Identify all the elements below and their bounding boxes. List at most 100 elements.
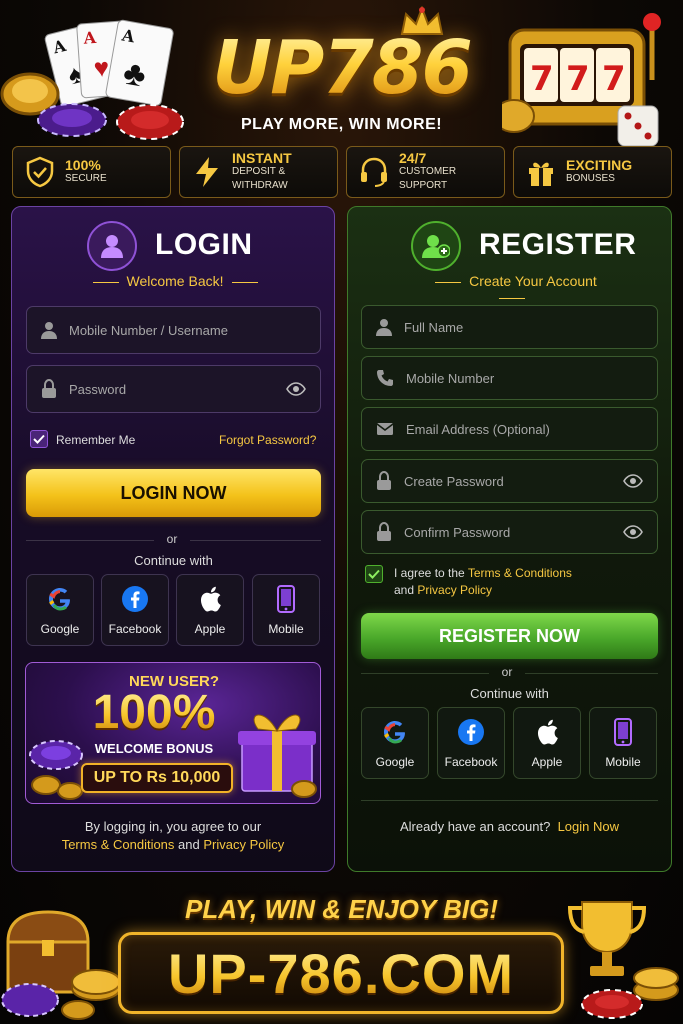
footer-banner: PLAY, WIN & ENJOY BIG! UP-786.COM	[0, 880, 683, 1024]
agree-and: and	[394, 583, 415, 597]
trophy-icon	[567, 901, 679, 1019]
have-account-label: Already have an account?	[400, 819, 551, 834]
feature-title: 100%	[65, 157, 101, 173]
social-label: Google	[375, 754, 415, 769]
mobile-phone-icon	[272, 584, 300, 613]
register-google-button[interactable]: Google	[361, 707, 429, 779]
register-continue-label: Continue with	[470, 686, 549, 701]
login-apple-button[interactable]: Apple	[176, 574, 244, 646]
register-apple-button[interactable]: Apple	[513, 707, 581, 779]
feature-title: INSTANT	[232, 150, 292, 166]
bonus-amount: 100%	[84, 687, 224, 739]
agree-privacy-link[interactable]: Privacy Policy	[417, 583, 492, 597]
forgot-password-link[interactable]: Forgot Password?	[219, 433, 316, 447]
gift-icon	[524, 155, 558, 189]
google-icon	[381, 718, 409, 746]
remember-me-label: Remember Me	[56, 433, 136, 447]
phone-icon	[377, 370, 393, 386]
login-button[interactable]: LOGIN NOW	[26, 469, 321, 517]
mobile-number-input[interactable]: Mobile Number	[361, 356, 658, 400]
login-terms-text: By logging in, you agree to our Terms & …	[25, 818, 321, 854]
create-password-input[interactable]: Create Password	[361, 459, 658, 503]
register-title: REGISTER	[479, 228, 637, 261]
facebook-icon	[121, 585, 149, 613]
login-now-link[interactable]: Login Now	[558, 819, 619, 834]
footer-domain-box[interactable]: UP-786.COM	[118, 932, 564, 1014]
eye-icon[interactable]	[286, 382, 306, 396]
feature-support: 24/7 CUSTOMER SUPPORT	[346, 146, 505, 198]
shield-check-icon	[23, 155, 57, 189]
welcome-bonus-banner[interactable]: NEW USER? 100% WELCOME BONUS UP TO Rs 10…	[25, 662, 321, 804]
register-bottom-divider	[361, 800, 658, 801]
headset-icon	[357, 155, 391, 189]
slot-machine-icon: 7 7 7	[502, 13, 661, 147]
full-name-input[interactable]: Full Name	[361, 305, 658, 349]
register-subtitle-text: Create Your Account	[469, 273, 597, 289]
brand-logo: UP786	[180, 28, 503, 108]
casino-chips-icon	[0, 72, 184, 140]
header: A ♠ A ♥ A ♣ UP786 PLAY MORE, WIN MORE! 7 7 …	[0, 0, 683, 147]
confirm-password-input[interactable]: Confirm Password	[361, 510, 658, 554]
lock-icon	[377, 522, 391, 541]
login-mobile-button[interactable]: Mobile	[252, 574, 320, 646]
register-divider-left	[361, 673, 489, 674]
login-divider-right	[190, 540, 321, 541]
mail-icon	[376, 423, 394, 435]
confirm-password-placeholder: Confirm Password	[404, 524, 511, 540]
agree-terms-checkbox[interactable]	[365, 565, 383, 583]
feature-secure: 100% SECURE	[12, 146, 171, 198]
login-subtitle: Welcome Back!	[80, 273, 270, 289]
apple-icon	[196, 585, 224, 613]
login-terms-and: and	[178, 837, 200, 852]
register-subtitle: Create Your Account	[410, 273, 614, 305]
register-button[interactable]: REGISTER NOW	[361, 613, 658, 659]
login-or-label: or	[166, 532, 178, 546]
gift-box-icon	[238, 714, 317, 798]
login-terms-prefix: By logging in, you agree to our	[84, 819, 262, 834]
register-or-label: or	[501, 665, 513, 679]
login-privacy-link[interactable]: Privacy Policy	[203, 837, 284, 852]
agree-terms-link[interactable]: Terms & Conditions	[468, 566, 572, 580]
svg-text:A: A	[82, 28, 97, 48]
footer-slogan: PLAY, WIN & ENJOY BIG!	[184, 894, 498, 924]
brand-tagline: PLAY MORE, WIN MORE!	[240, 116, 443, 133]
login-divider-left	[26, 540, 154, 541]
register-mobile-button[interactable]: Mobile	[589, 707, 657, 779]
lightning-icon	[190, 155, 224, 189]
email-placeholder: Email Address (Optional)	[406, 421, 550, 437]
mobile-phone-icon	[609, 717, 637, 746]
lock-icon	[42, 379, 56, 398]
social-label: Mobile	[268, 621, 304, 636]
social-label: Google	[40, 621, 80, 636]
feature-title: EXCITING	[566, 157, 633, 173]
register-avatar-icon	[411, 221, 461, 271]
password-placeholder: Password	[69, 381, 127, 397]
register-divider-right	[525, 673, 658, 674]
login-terms-link[interactable]: Terms & Conditions	[62, 837, 175, 852]
email-input[interactable]: Email Address (Optional)	[361, 407, 658, 451]
svg-text:7: 7	[566, 59, 590, 99]
social-label: Apple	[194, 621, 226, 636]
social-label: Apple	[531, 754, 563, 769]
login-subtitle-text: Welcome Back!	[126, 273, 224, 289]
create-password-placeholder: Create Password	[404, 473, 504, 489]
register-facebook-button[interactable]: Facebook	[437, 707, 505, 779]
agree-terms-text: I agree to the Terms & Conditions and Pr…	[394, 565, 572, 599]
have-account-text: Already have an account? Login Now	[361, 819, 658, 834]
social-label: Facebook	[108, 621, 162, 636]
feature-strip: 100% SECURE INSTANT DEPOSIT & WITHDRAW 24/…	[12, 146, 672, 198]
login-title: LOGIN	[155, 228, 253, 261]
facebook-icon	[457, 718, 485, 746]
username-input[interactable]: Mobile Number / Username	[26, 306, 321, 354]
login-facebook-button[interactable]: Facebook	[101, 574, 169, 646]
user-icon	[41, 322, 57, 339]
social-label: Mobile	[605, 754, 641, 769]
eye-icon[interactable]	[623, 525, 643, 539]
remember-me-checkbox[interactable]	[30, 430, 48, 448]
login-google-button[interactable]: Google	[26, 574, 94, 646]
casino-chips-icon	[29, 740, 83, 800]
eye-icon[interactable]	[623, 474, 643, 488]
checkmark-icon	[33, 434, 45, 444]
password-input[interactable]: Password	[26, 365, 321, 413]
lock-icon	[377, 471, 391, 490]
